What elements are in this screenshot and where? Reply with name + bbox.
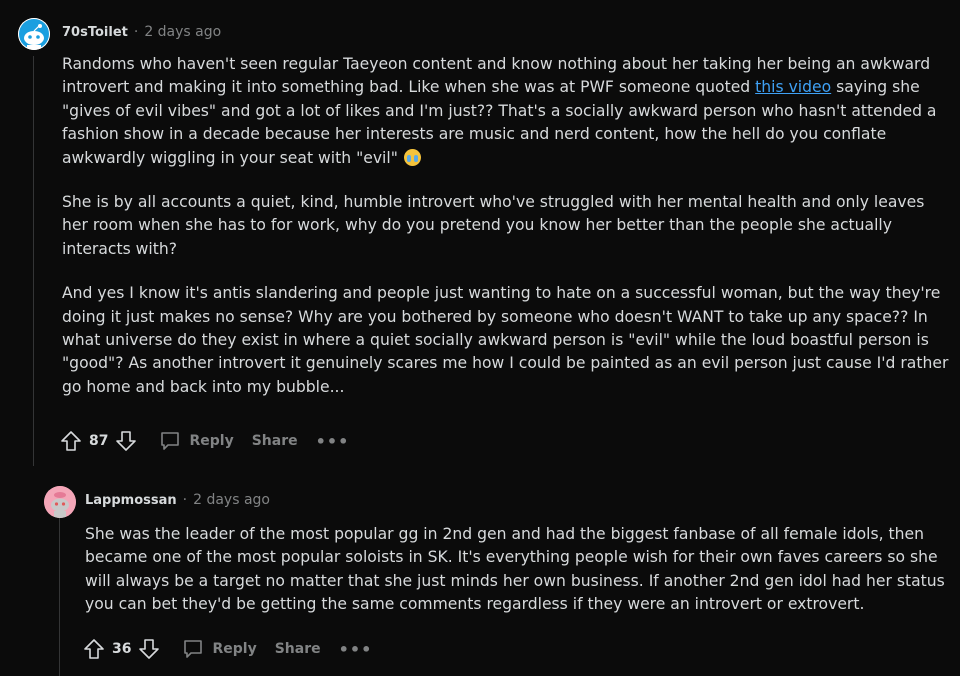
comment-paragraph: And yes I know it's antis slandering and… (62, 284, 949, 396)
comment-paragraph: She is by all accounts a quiet, kind, hu… (62, 193, 925, 258)
thread-line[interactable] (59, 506, 60, 676)
video-link[interactable]: this video (755, 78, 831, 96)
comment-bubble-icon (161, 432, 180, 450)
share-button[interactable]: Share (252, 433, 298, 449)
downvote-button[interactable] (138, 638, 160, 660)
reply-label: Reply (189, 433, 234, 449)
more-options-button[interactable]: ••• (339, 640, 373, 659)
downvote-icon (139, 639, 160, 659)
reply-button[interactable]: Reply (182, 638, 257, 660)
comment-body: She was the leader of the most popular g… (85, 523, 951, 617)
downvote-button[interactable] (115, 430, 137, 452)
upvote-button[interactable] (60, 430, 82, 452)
meta-separator: · (133, 24, 139, 40)
upvote-icon (61, 431, 81, 451)
timestamp[interactable]: 2 days ago (144, 24, 221, 40)
meta-separator: · (182, 492, 188, 508)
comment-paragraph: Randoms who haven't seen regular Taeyeon… (62, 53, 952, 170)
avatar[interactable] (44, 486, 76, 518)
vote-score: 36 (112, 641, 132, 657)
reply-label: Reply (212, 641, 257, 657)
upvote-button[interactable] (83, 638, 105, 660)
author-name[interactable]: 70sToilet (62, 25, 128, 40)
crying-face-emoji-icon (403, 148, 421, 166)
comment-meta: 70sToilet · 2 days ago (62, 24, 221, 40)
avatar[interactable] (18, 18, 50, 50)
snoo-avatar-icon (44, 486, 76, 518)
snoo-avatar-icon (18, 18, 50, 50)
reply-button[interactable]: Reply (159, 430, 234, 452)
comment-actions: 87 Reply Share ••• (60, 430, 349, 452)
more-options-button[interactable]: ••• (316, 432, 350, 451)
share-button[interactable]: Share (275, 641, 321, 657)
comment-body: Randoms who haven't seen regular Taeyeon… (62, 53, 952, 399)
downvote-icon (116, 431, 137, 451)
comment-actions: 36 Reply Share ••• (83, 638, 372, 660)
upvote-icon (84, 639, 104, 659)
comment-bubble-icon (184, 640, 203, 658)
author-name[interactable]: Lappmossan (85, 493, 177, 508)
comment-paragraph: She was the leader of the most popular g… (85, 525, 945, 614)
comment-meta: Lappmossan · 2 days ago (85, 492, 270, 508)
thread-line[interactable] (33, 56, 34, 466)
vote-score: 87 (89, 433, 109, 449)
timestamp[interactable]: 2 days ago (193, 492, 270, 508)
